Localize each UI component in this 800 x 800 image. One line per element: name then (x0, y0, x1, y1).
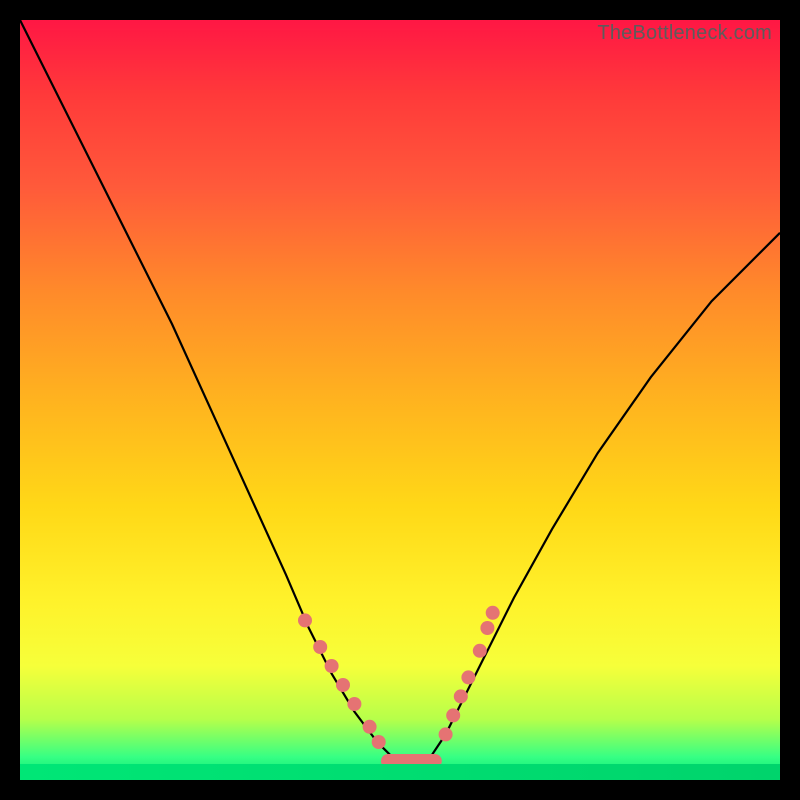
data-marker (298, 613, 312, 627)
data-marker (372, 735, 386, 749)
chart-plot-area: TheBottleneck.com (20, 20, 780, 780)
curve-right (430, 233, 780, 757)
chart-frame: TheBottleneck.com (0, 0, 800, 800)
curve-right-group (430, 233, 780, 757)
data-marker (446, 708, 460, 722)
data-marker (461, 670, 475, 684)
markers-right (439, 606, 500, 742)
data-marker (325, 659, 339, 673)
green-bottom-strip (20, 764, 780, 780)
data-marker (480, 621, 494, 635)
data-marker (347, 697, 361, 711)
curve-left-group (20, 20, 392, 757)
data-marker (486, 606, 500, 620)
data-marker (363, 720, 377, 734)
curve-left (20, 20, 392, 757)
data-marker (336, 678, 350, 692)
data-marker (313, 640, 327, 654)
data-marker (473, 644, 487, 658)
data-marker (439, 727, 453, 741)
data-marker (454, 689, 468, 703)
chart-svg (20, 20, 780, 780)
